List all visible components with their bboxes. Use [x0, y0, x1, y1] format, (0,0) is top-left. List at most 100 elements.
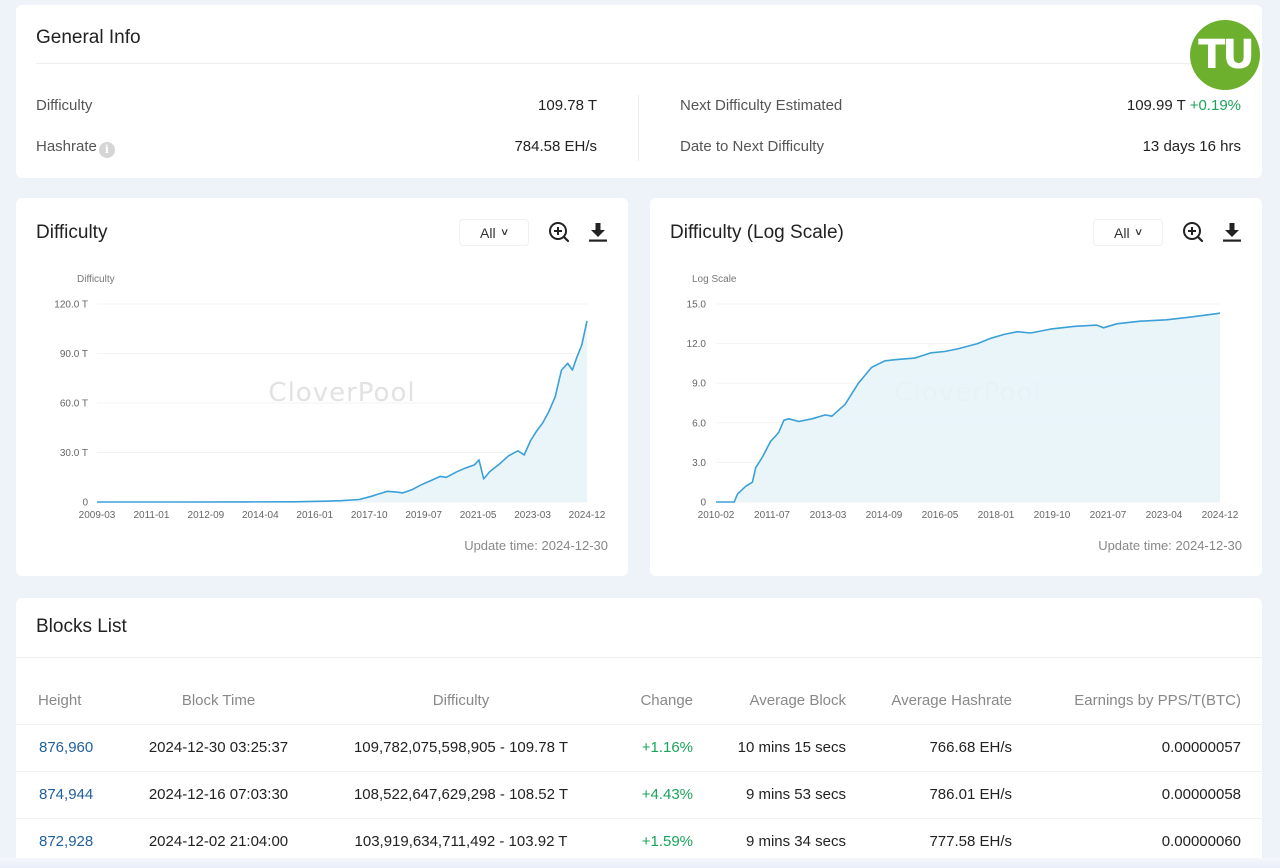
chart-title: Difficulty (Log Scale) — [670, 222, 844, 243]
blocks-table: Height Block Time Difficulty Change Aver… — [16, 678, 1262, 865]
date-to-next-label: Date to Next Difficulty — [680, 138, 824, 155]
range-select-value: All — [480, 224, 496, 241]
next-difficulty-label: Next Difficulty Estimated — [680, 97, 843, 114]
difficulty-value: 109.78 T — [538, 97, 597, 114]
zoom-in-icon[interactable] — [1180, 219, 1206, 245]
blocks-list-card: Blocks List Height Block Time Difficulty… — [16, 598, 1262, 868]
block-height-link[interactable]: 876,960 — [16, 723, 126, 771]
block-average-block: 10 mins 15 secs — [693, 723, 846, 771]
difficulty-log-chart-card: Log Scale 0 3.0 6.0 9.0 12.0 15.0 2010-02 2011-0… — [650, 198, 1262, 576]
x-tick-label: 2016-05 — [922, 510, 959, 521]
x-tick-label: 2021-05 — [460, 510, 497, 521]
table-header-row: Height Block Time Difficulty Change Aver… — [16, 678, 1262, 724]
x-tick-label: 2012-09 — [188, 510, 225, 521]
difficulty-chart-card: Difficulty 0 30.0 T 60.0 T 90.0 T 120.0 T 2009… — [16, 198, 628, 576]
x-tick-label: 2013-03 — [810, 510, 847, 521]
range-select[interactable]: All ∨ — [1093, 219, 1163, 246]
x-tick-label: 2016-01 — [296, 510, 333, 521]
divider — [16, 657, 1262, 658]
block-change: +1.16% — [611, 723, 693, 771]
range-select-value: All — [1114, 224, 1130, 241]
column-header-difficulty: Difficulty — [432, 692, 490, 710]
difficulty-log-chart: Log Scale 0 3.0 6.0 9.0 12.0 15.0 2010-02 2011-0… — [687, 274, 1239, 521]
x-tick-label: 2024-12 — [1202, 510, 1239, 521]
x-tick-label: 2019-10 — [1034, 510, 1071, 521]
column-header-change: Change — [640, 692, 693, 710]
x-tick-label: 2019-07 — [405, 510, 442, 521]
zoom-in-icon[interactable] — [546, 219, 572, 245]
block-earnings: 0.00000058 — [1012, 770, 1262, 818]
block-difficulty: 108,522,647,629,298 - 108.52 T — [311, 770, 611, 818]
x-tick-label: 2009-03 — [79, 510, 116, 521]
watermark: CloverPool — [268, 378, 415, 408]
x-tick-label: 2023-03 — [514, 510, 551, 521]
y-tick-label: 12.0 — [687, 339, 707, 350]
y-tick-label: 3.0 — [692, 458, 706, 469]
block-change: +4.43% — [611, 770, 693, 818]
x-tick-label: 2023-04 — [1146, 510, 1183, 521]
block-average-hashrate: 766.68 EH/s — [846, 723, 1012, 771]
update-time: Update time: 2024-12-30 — [464, 538, 608, 553]
vertical-divider — [638, 95, 639, 161]
difficulty-chart: Difficulty 0 30.0 T 60.0 T 90.0 T 120.0 T 2009… — [54, 274, 606, 521]
x-tick-label: 2017-10 — [351, 510, 388, 521]
download-icon[interactable] — [1219, 219, 1245, 245]
y-tick-label: 30.0 T — [60, 448, 88, 459]
chart-title: Difficulty — [36, 222, 108, 243]
hashrate-label-wrap: Hashrate i — [36, 138, 115, 158]
general-info-title: General Info — [36, 27, 141, 48]
hashrate-value: 784.58 EH/s — [514, 138, 597, 155]
x-tick-label: 2014-09 — [866, 510, 903, 521]
column-header-average-block: Average Block — [749, 692, 846, 710]
x-tick-label: 2018-01 — [978, 510, 1015, 521]
y-tick-label: 15.0 — [687, 300, 707, 311]
divider — [36, 63, 1242, 64]
x-tick-label: 2011-07 — [754, 510, 790, 521]
chevron-down-icon: ∨ — [499, 227, 510, 238]
block-time: 2024-12-30 03:25:37 — [126, 723, 311, 771]
logo-text: TU — [1198, 32, 1255, 78]
difficulty-label: Difficulty — [36, 97, 93, 114]
download-icon[interactable] — [585, 219, 611, 245]
x-tick-label: 2014-04 — [242, 510, 279, 521]
block-height-link[interactable]: 874,944 — [16, 770, 126, 818]
y-tick-label: 120.0 T — [54, 300, 88, 311]
series-area — [716, 313, 1220, 502]
general-info-card: General Info Difficulty 109.78 T Hashrat… — [16, 5, 1262, 178]
range-select[interactable]: All ∨ — [459, 219, 529, 246]
y-axis-label: Difficulty — [77, 274, 115, 285]
block-earnings: 0.00000057 — [1012, 723, 1262, 771]
y-tick-label: 90.0 T — [60, 349, 88, 360]
series-area — [97, 320, 587, 502]
tu-logo: TU — [1190, 20, 1260, 90]
next-difficulty-value: 109.99 T — [1126, 97, 1186, 114]
x-tick-label: 2024-12 — [569, 510, 606, 521]
page-bottom-fade — [0, 858, 1280, 868]
x-tick-label: 2010-02 — [698, 510, 735, 521]
table-row: 874,944 2024-12-16 07:03:30 108,522,647,… — [16, 770, 1262, 818]
y-tick-label: 60.0 T — [60, 399, 88, 410]
x-tick-label: 2011-01 — [133, 510, 169, 521]
next-difficulty-change: +0.19% — [1189, 97, 1241, 114]
info-icon[interactable]: i — [98, 142, 115, 158]
x-tick-label: 2021-07 — [1090, 510, 1127, 521]
column-header-average-hashrate: Average Hashrate — [891, 692, 1012, 710]
y-tick-label: 6.0 — [692, 418, 706, 429]
block-average-hashrate: 786.01 EH/s — [846, 770, 1012, 818]
table-row: 876,960 2024-12-30 03:25:37 109,782,075,… — [16, 723, 1262, 771]
y-tick-label: 9.0 — [692, 379, 706, 390]
column-header-block-time: Block Time — [181, 692, 256, 710]
block-average-block: 9 mins 53 secs — [693, 770, 846, 818]
update-time: Update time: 2024-12-30 — [1098, 538, 1242, 553]
blocks-list-title: Blocks List — [36, 616, 127, 637]
block-time: 2024-12-16 07:03:30 — [126, 770, 311, 818]
next-difficulty-value-wrap: 109.99 T +0.19% — [1127, 97, 1241, 114]
y-tick-label: 0 — [82, 498, 88, 509]
y-axis-label: Log Scale — [692, 274, 737, 285]
block-difficulty: 109,782,075,598,905 - 109.78 T — [311, 723, 611, 771]
y-tick-label: 0 — [700, 498, 706, 509]
column-header-height: Height — [38, 692, 82, 710]
hashrate-label: Hashrate — [36, 138, 97, 155]
date-to-next-value: 13 days 16 hrs — [1142, 138, 1241, 155]
chevron-down-icon: ∨ — [1133, 227, 1144, 238]
